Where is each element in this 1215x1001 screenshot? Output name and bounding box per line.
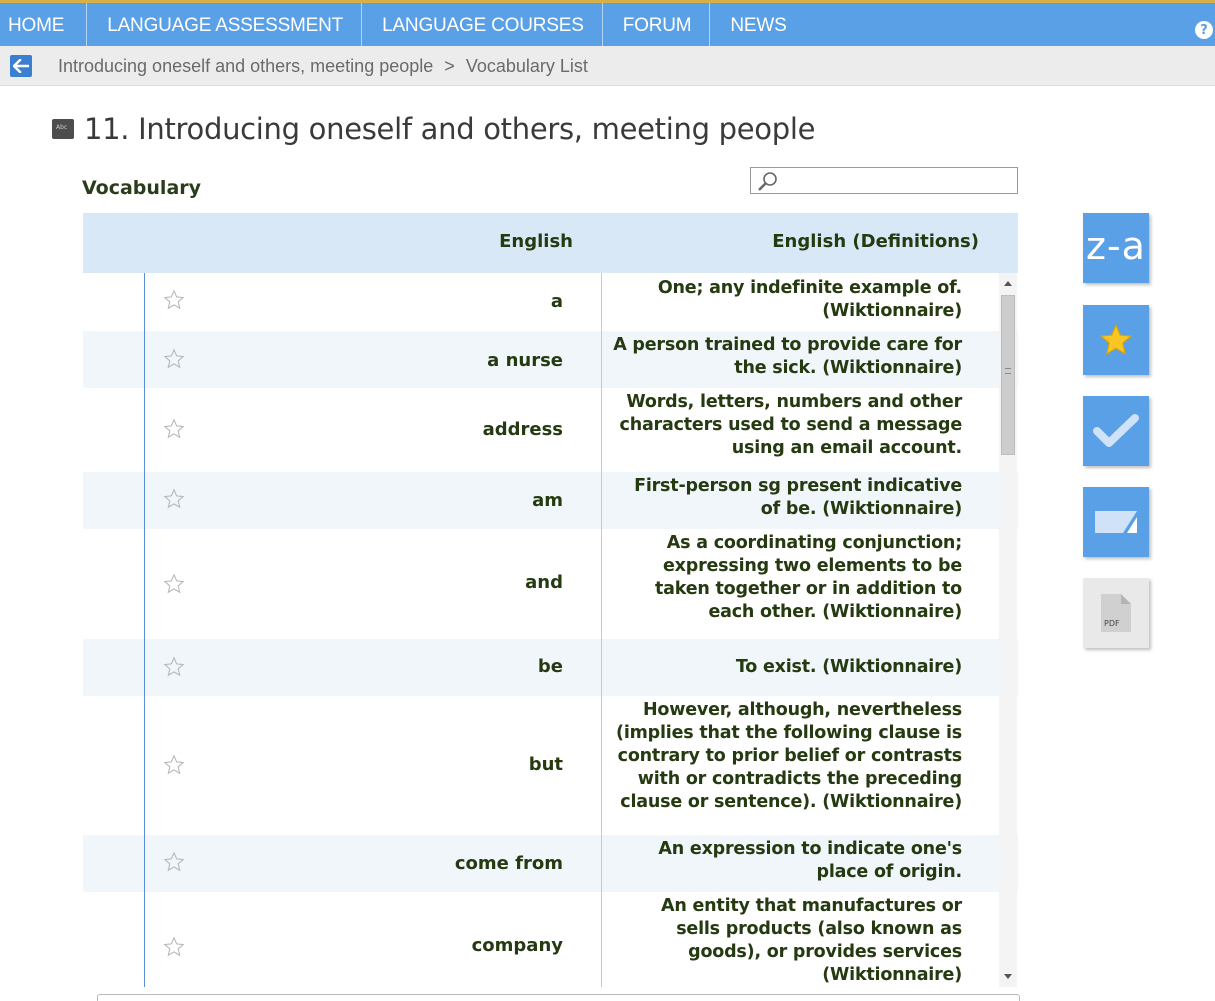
- nav-forum[interactable]: FORUM: [603, 3, 711, 46]
- vocab-definition: A person trained to provide care for the…: [613, 335, 962, 378]
- vocab-word: company: [471, 935, 563, 956]
- table-row: a One; any indefinite example of. (Wikti…: [83, 273, 1018, 331]
- table-row: and As a coordinating conjunction; expre…: [83, 529, 1018, 639]
- scroll-down-arrow-icon[interactable]: [1004, 974, 1012, 979]
- vocab-word: a nurse: [487, 350, 563, 371]
- bottom-panel: [97, 994, 1020, 1001]
- nav-menu: HOME LANGUAGE ASSESSMENT LANGUAGE COURSE…: [8, 3, 805, 46]
- scroll-up-arrow-icon[interactable]: [1004, 281, 1012, 286]
- vocab-definition: An expression to indicate one's place of…: [658, 839, 962, 882]
- star-outline-icon[interactable]: [163, 573, 185, 595]
- vocab-word: come from: [454, 853, 563, 874]
- table-header: English English (Definitions): [83, 213, 1018, 273]
- book-icon: [52, 119, 74, 139]
- vocab-definition: One; any indefinite example of. (Wiktion…: [657, 278, 962, 321]
- table-column-divider: [601, 273, 602, 987]
- scrollbar-grip-icon: [1005, 368, 1011, 374]
- table-row: a nurse A person trained to provide care…: [83, 331, 1018, 388]
- vocab-word: address: [482, 419, 563, 440]
- table-left-divider: [144, 273, 145, 987]
- pdf-icon: PDF: [1101, 594, 1131, 632]
- flashcard-icon: [1095, 511, 1137, 533]
- nav-news[interactable]: NEWS: [710, 3, 804, 46]
- scrollbar-thumb[interactable]: [1001, 295, 1015, 455]
- star-outline-icon[interactable]: [163, 418, 185, 440]
- table-scrollbar[interactable]: [999, 273, 1017, 987]
- help-icon[interactable]: ?: [1195, 21, 1213, 39]
- table-row: address Words, letters, numbers and othe…: [83, 388, 1018, 472]
- vocab-definition: As a coordinating conjunction; expressin…: [654, 533, 962, 622]
- vocab-definition: An entity that manufactures or sells pro…: [661, 896, 962, 985]
- table-row: am First-person sg present indicative of…: [83, 472, 1018, 529]
- star-outline-icon[interactable]: [163, 851, 185, 873]
- star-outline-icon[interactable]: [163, 289, 185, 311]
- star-outline-icon[interactable]: [163, 936, 185, 958]
- flashcards-button[interactable]: [1083, 487, 1149, 557]
- back-arrow-icon[interactable]: [10, 55, 32, 77]
- vocabulary-table: a One; any indefinite example of. (Wikti…: [83, 273, 1018, 987]
- star-outline-icon[interactable]: [163, 656, 185, 678]
- top-nav: HOME LANGUAGE ASSESSMENT LANGUAGE COURSE…: [0, 0, 1215, 46]
- page-header: 11. Introducing oneself and others, meet…: [52, 112, 815, 146]
- pdf-label: PDF: [1104, 619, 1120, 628]
- vocab-word: am: [532, 490, 563, 511]
- search-box: [750, 167, 1018, 194]
- breadcrumb-current: Vocabulary List: [465, 56, 588, 76]
- page-title: 11. Introducing oneself and others, meet…: [84, 112, 816, 146]
- mark-learned-button[interactable]: [1083, 396, 1149, 466]
- table-row: but However, although, nevertheless (imp…: [83, 696, 1018, 835]
- search-icon: [757, 171, 779, 196]
- star-outline-icon[interactable]: [163, 348, 185, 370]
- vocab-word: but: [528, 754, 563, 775]
- vocab-definition: First-person sg present indicative of be…: [634, 476, 962, 519]
- vocab-word: and: [525, 572, 563, 593]
- section-label: Vocabulary: [82, 177, 202, 199]
- vocab-definition: Words, letters, numbers and other charac…: [619, 392, 963, 458]
- nav-language-courses[interactable]: LANGUAGE COURSES: [362, 3, 603, 46]
- table-row: be To exist. (Wiktionnaire): [83, 639, 1018, 696]
- vocab-definition: To exist. (Wiktionnaire): [735, 657, 962, 677]
- table-row: company An entity that manufactures or s…: [83, 892, 1018, 987]
- download-pdf-button[interactable]: PDF: [1083, 578, 1149, 648]
- search-input[interactable]: [781, 170, 1011, 191]
- star-outline-icon[interactable]: [163, 754, 185, 776]
- breadcrumb: Introducing oneself and others, meeting …: [58, 56, 588, 77]
- breadcrumb-bar: Introducing oneself and others, meeting …: [0, 46, 1215, 86]
- vocab-definition: However, although, nevertheless (implies…: [616, 700, 962, 812]
- star-icon: [1099, 323, 1133, 356]
- star-outline-icon[interactable]: [163, 488, 185, 510]
- column-header-english[interactable]: English: [83, 231, 573, 252]
- nav-home[interactable]: HOME: [8, 3, 88, 46]
- breadcrumb-separator: >: [444, 56, 455, 76]
- breadcrumb-lesson[interactable]: Introducing oneself and others, meeting …: [58, 56, 433, 76]
- sort-za-icon: z-a: [1086, 224, 1146, 268]
- vocab-word: be: [537, 656, 563, 677]
- vocab-word: a: [550, 291, 563, 312]
- nav-language-assessment[interactable]: LANGUAGE ASSESSMENT: [87, 3, 363, 46]
- favorites-button[interactable]: [1083, 305, 1149, 375]
- sort-za-button[interactable]: z-a: [1083, 213, 1149, 283]
- check-icon: [1093, 414, 1139, 447]
- column-header-definitions[interactable]: English (Definitions): [603, 231, 979, 252]
- table-row: come from An expression to indicate one'…: [83, 835, 1018, 892]
